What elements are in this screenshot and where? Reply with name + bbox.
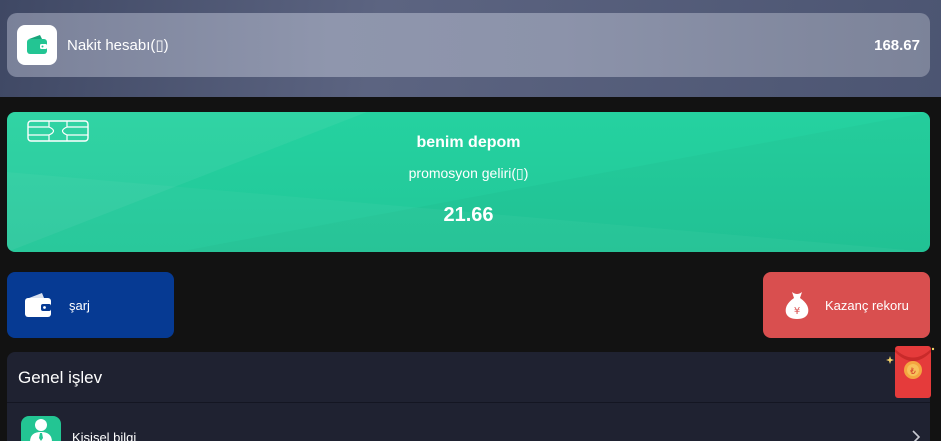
red-envelope-icon[interactable]: ₺ [884,346,936,400]
earnings-record-button[interactable]: ¥ Kazanç rekoru [763,272,930,338]
general-functions-title: Genel işlev [18,368,103,387]
cash-account-card[interactable]: Nakit hesabı(▯) 168.67 [7,13,930,77]
depot-value: 21.66 [443,204,494,226]
depot-card: benim depom promosyon geliri(▯) 21.66 [7,112,930,252]
depot-title: benim depom [416,134,521,151]
depot-subtitle: promosyon geliri(▯) [408,165,529,181]
card-decoration [7,112,367,252]
money-bag-icon: ¥ [785,292,809,319]
svg-text:¥: ¥ [794,306,800,317]
personal-info-row[interactable]: Kişisel bilgi [21,416,921,441]
cash-account-value: 168.67 [874,36,920,54]
general-functions-panel: Genel işlev Kişisel bilgi [7,352,930,441]
charge-label: şarj [69,297,90,313]
svg-text:₺: ₺ [910,367,916,377]
wallet-icon [17,25,57,65]
wallet-icon [25,293,51,317]
earnings-record-label: Kazanç rekoru [825,297,909,313]
cash-account-label: Nakit hesabı(▯) [67,37,169,54]
user-icon [21,416,61,441]
charge-button[interactable]: şarj [7,272,174,338]
personal-info-label: Kişisel bilgi [72,430,137,441]
chevron-right-icon [912,430,921,441]
divider [7,402,930,403]
